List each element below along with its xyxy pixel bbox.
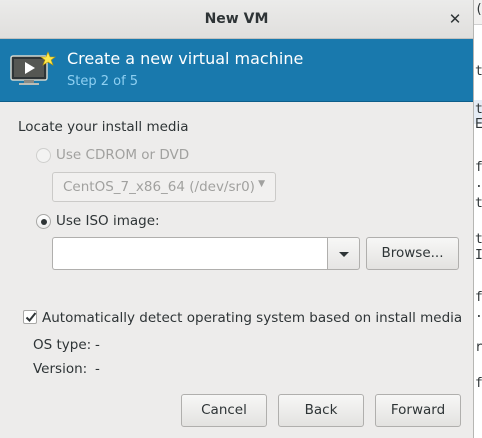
dropdown-arrow-icon [339,252,349,257]
install-media-section-label: Locate your install media [18,119,189,135]
iso-radio-label: Use ISO image: [56,213,160,229]
iso-history-dropdown-button[interactable] [327,237,360,270]
wizard-banner: Create a new virtual machine Step 2 of 5 [0,39,473,102]
cdrom-radio-label: Use CDROM or DVD [56,147,190,163]
new-vm-dialog: New VM ✕ Create a new virtual machine St… [0,0,474,438]
browse-button[interactable]: Browse... [366,237,459,270]
cdrom-device-select[interactable]: CentOS_7_x86_64 (/dev/sr0) ▼ [52,172,276,202]
back-button[interactable]: Back [278,394,364,427]
close-icon[interactable]: ✕ [444,8,466,30]
chevron-down-icon: ▼ [258,179,265,189]
forward-button[interactable]: Forward [375,394,461,427]
cdrom-radio[interactable] [36,148,51,163]
cancel-button[interactable]: Cancel [181,394,267,427]
wizard-step: Step 2 of 5 [67,74,139,89]
dialog-titlebar[interactable]: New VM ✕ [0,0,473,39]
auto-detect-os-checkbox[interactable] [23,310,37,324]
iso-radio[interactable] [36,214,51,229]
checkmark-icon [25,312,37,322]
virtual-machine-icon [10,51,56,85]
iso-path-input[interactable] [52,237,328,270]
wizard-heading: Create a new virtual machine [67,49,304,68]
os-type-label: OS type: [33,337,92,353]
auto-detect-os-label: Automatically detect operating system ba… [42,310,463,326]
version-label: Version: [33,361,88,377]
background-window-strip: ( t t E f . t t I f . r f [474,0,482,438]
version-value: - [95,361,100,377]
cdrom-device-value: CentOS_7_x86_64 (/dev/sr0) [63,179,255,195]
os-type-value: - [95,337,100,353]
dialog-title: New VM [204,11,269,27]
